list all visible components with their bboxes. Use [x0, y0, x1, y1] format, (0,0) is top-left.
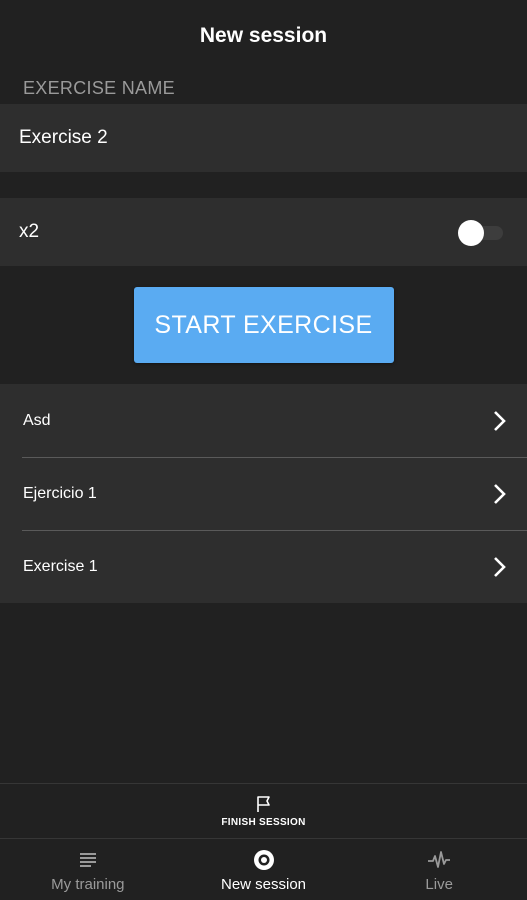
- list-item[interactable]: Exercise 1: [0, 530, 527, 603]
- exercise-name-input[interactable]: Exercise 2: [0, 104, 527, 172]
- exercise-label: Ejercicio 1: [23, 484, 97, 502]
- start-exercise-button[interactable]: START EXERCISE: [133, 287, 394, 363]
- record-icon: [253, 849, 274, 870]
- nav-item-new-session[interactable]: New session: [176, 840, 352, 900]
- nav-label: New session: [220, 875, 307, 893]
- chevron-right-icon: [494, 483, 506, 504]
- switch-knob: [458, 220, 484, 246]
- exercise-label: Asd: [23, 411, 51, 429]
- flag-icon: [256, 795, 270, 812]
- chevron-right-icon: [494, 410, 506, 431]
- list-icon: [79, 852, 96, 867]
- finish-session-label: FINISH SESSION: [221, 816, 306, 828]
- list-item[interactable]: Asd: [0, 384, 527, 457]
- nav-item-live[interactable]: Live: [351, 840, 527, 900]
- nav-item-my-training[interactable]: My training: [0, 840, 176, 900]
- double-toggle-switch[interactable]: [457, 220, 505, 246]
- list-item[interactable]: Ejercicio 1: [0, 457, 527, 530]
- nav-label: My training: [51, 875, 125, 893]
- app-header: New session: [0, 0, 527, 72]
- chevron-right-icon: [494, 556, 506, 577]
- page-title: New session: [199, 24, 328, 47]
- toggle-label: x2: [19, 221, 40, 242]
- exercise-label: Exercise 1: [23, 557, 98, 575]
- pulse-icon: [428, 850, 451, 868]
- nav-label: Live: [425, 875, 453, 893]
- double-toggle-row: x2: [0, 198, 527, 266]
- finish-session-button[interactable]: FINISH SESSION: [0, 783, 527, 839]
- exercise-name-label: EXERCISE NAME: [23, 77, 175, 98]
- exercise-list: Asd Ejercicio 1 Exercise 1: [0, 384, 527, 603]
- bottom-navigation: My training New session Live: [0, 840, 527, 900]
